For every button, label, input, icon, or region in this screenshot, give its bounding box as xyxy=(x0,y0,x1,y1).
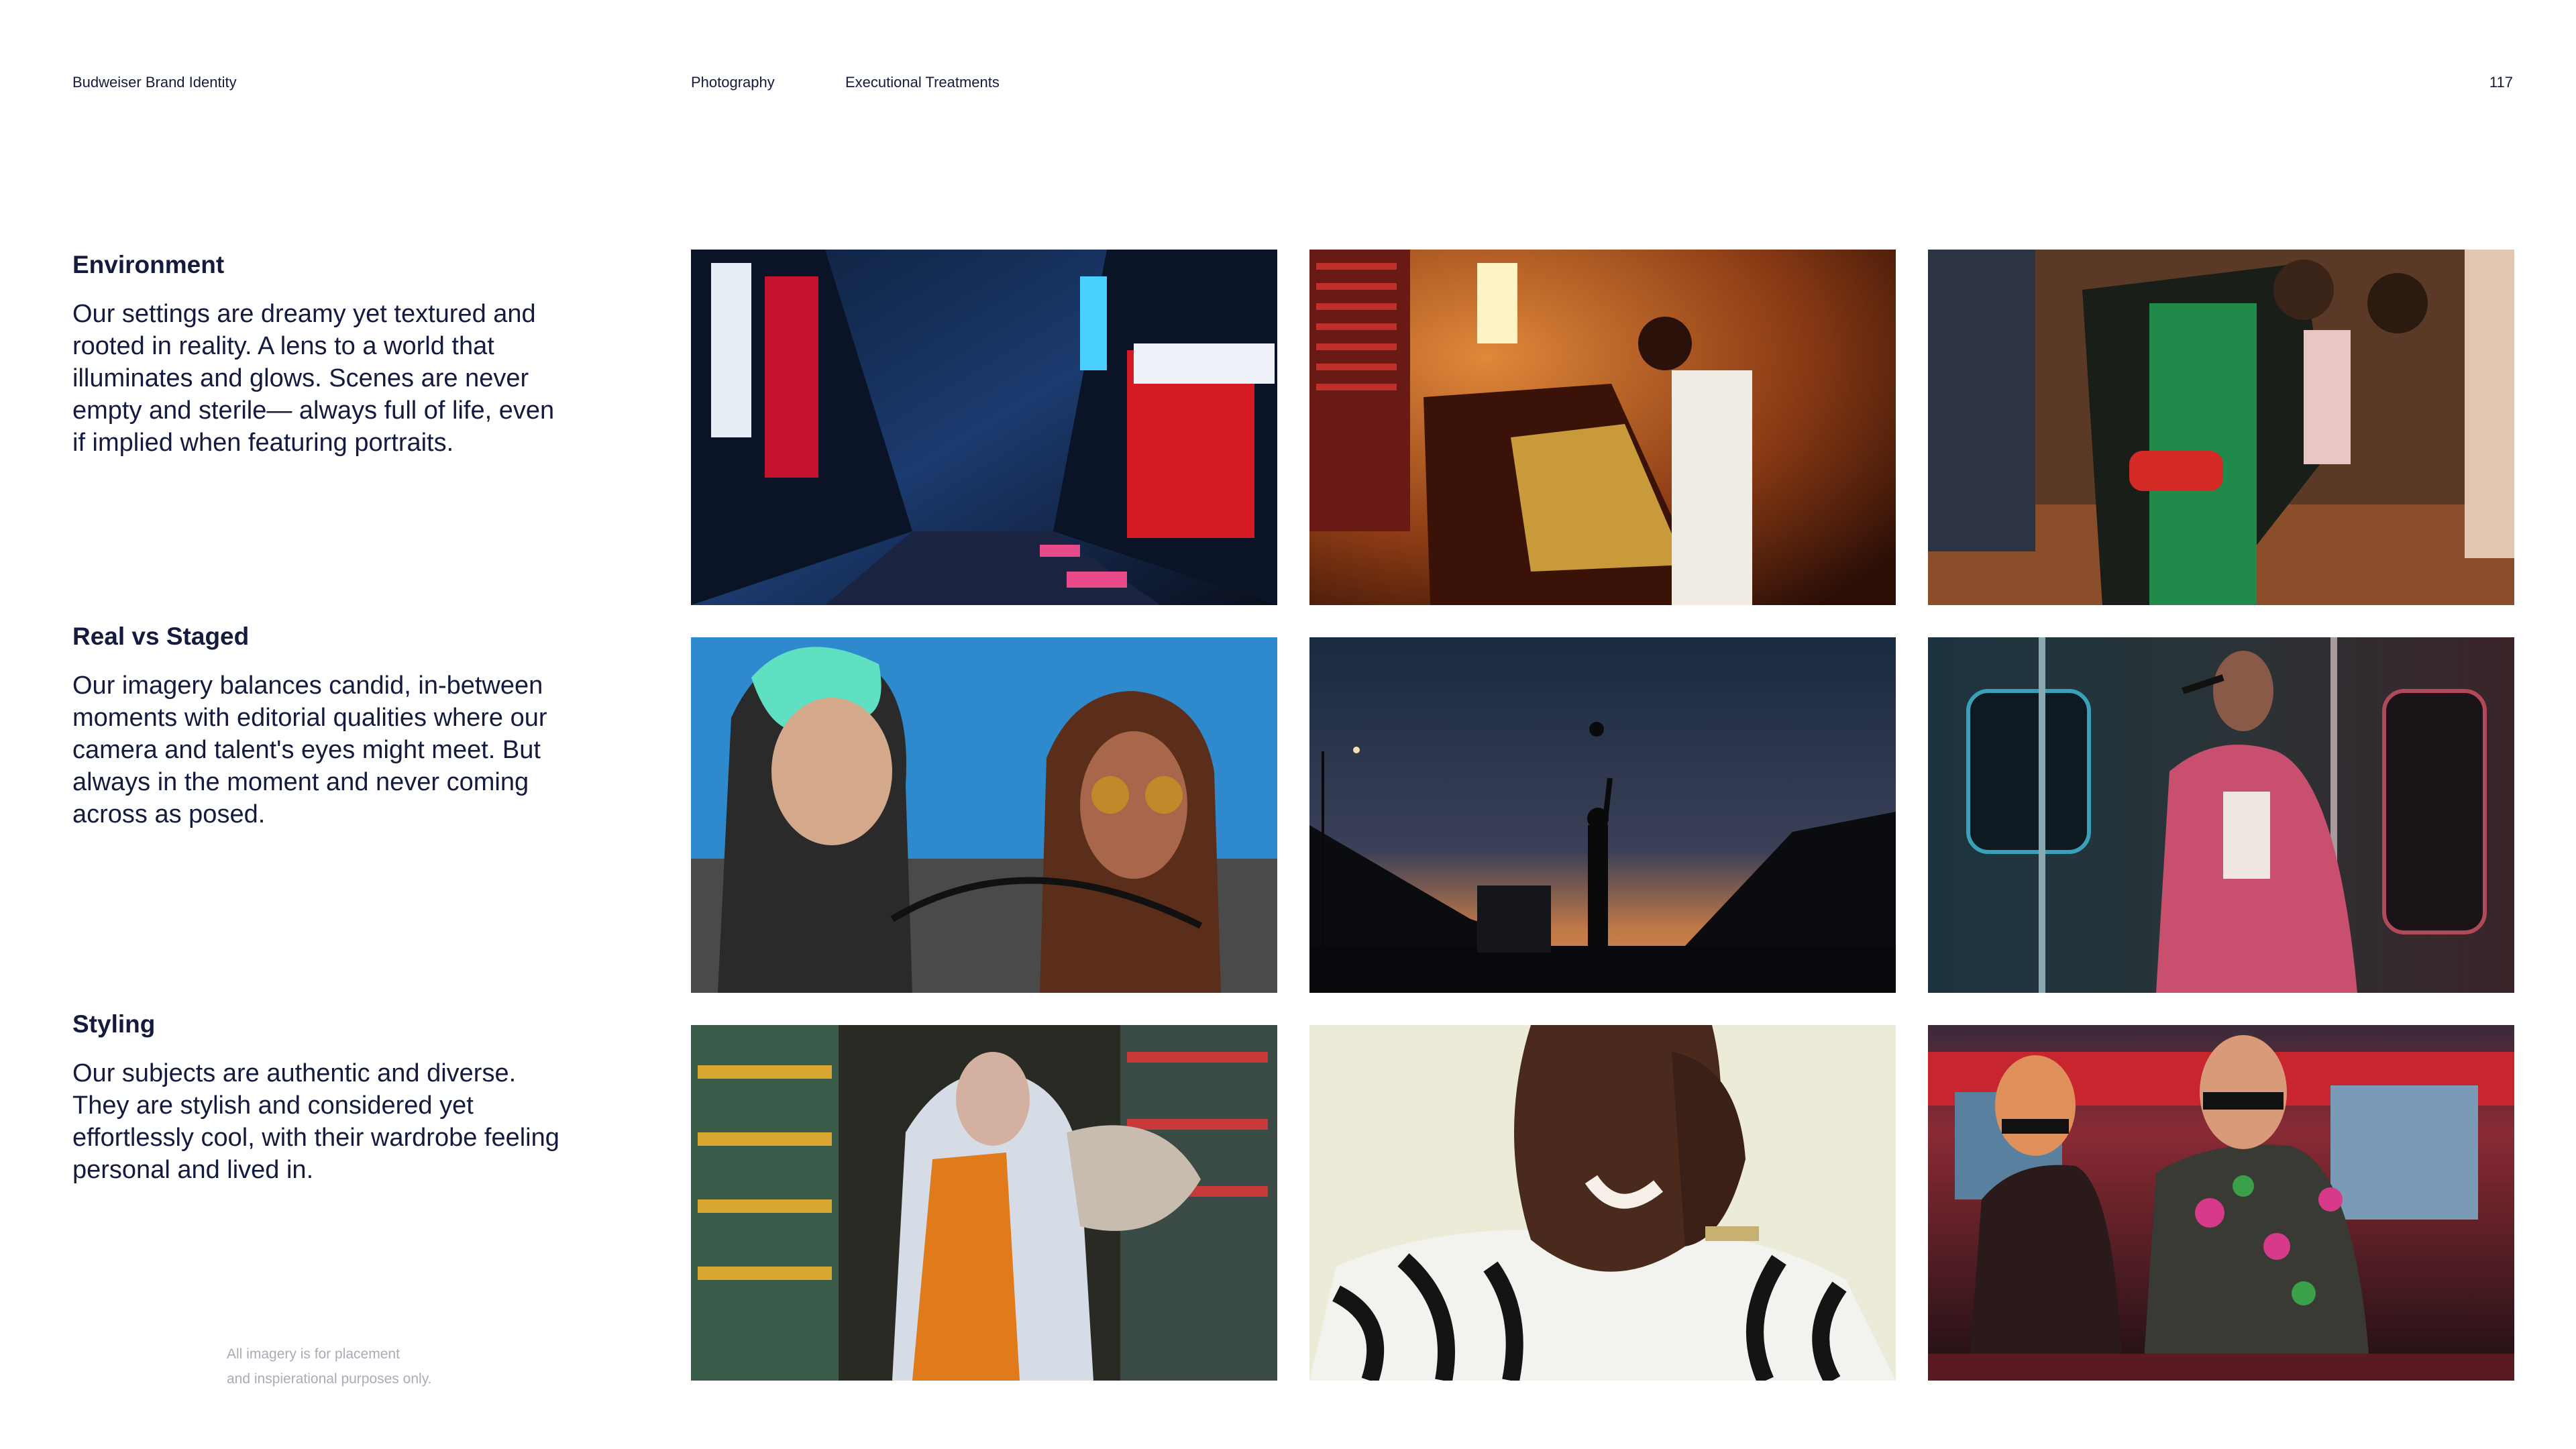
photo-silhouette-dusk xyxy=(1309,637,1896,993)
photo-neon-alley xyxy=(691,250,1277,605)
section-title-environment: Environment xyxy=(72,251,225,278)
doc-title: Budweiser Brand Identity xyxy=(72,74,237,91)
photo-store-hoodie xyxy=(691,1025,1277,1381)
photo-portrait-duo xyxy=(691,637,1277,993)
subsection-label: Executional Treatments xyxy=(845,74,1000,91)
section-title-styling: Styling xyxy=(72,1010,156,1038)
section-title-real-vs-staged: Real vs Staged xyxy=(72,623,250,650)
section-label: Photography xyxy=(691,74,775,91)
section-body-styling: Our subjects are authentic and diverse. … xyxy=(72,1059,559,1184)
imagery-disclaimer: All imagery is for placement and inspier… xyxy=(227,1342,431,1391)
disclaimer-line-2: and inspierational purposes only. xyxy=(227,1371,432,1387)
photo-laughing-man xyxy=(1309,1025,1896,1381)
photo-jukebox xyxy=(1309,250,1896,605)
disclaimer-line-1: All imagery is for placement xyxy=(227,1346,400,1362)
photo-party-dance xyxy=(1928,250,2514,605)
section-body-environment: Our settings are dreamy yet textured and… xyxy=(72,300,555,457)
photo-subway-singer xyxy=(1928,637,2514,993)
photo-bar-couple xyxy=(1928,1025,2514,1381)
section-body-real-vs-staged: Our imagery balances candid, in-between … xyxy=(72,672,547,828)
page-number: 117 xyxy=(2489,74,2513,91)
